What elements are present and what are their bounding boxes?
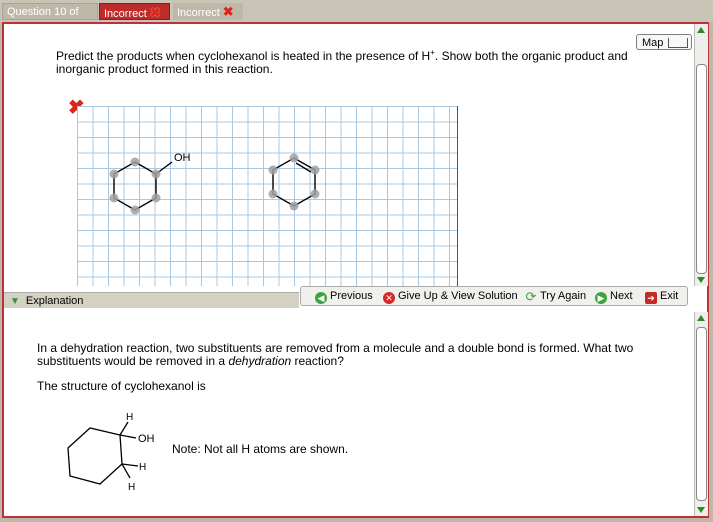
tab-attempt-2[interactable]: Incorrect ✖	[173, 3, 243, 20]
explanation-paragraph: In a dehydration reaction, two substitue…	[37, 342, 667, 368]
cyclohexene-drawing	[272, 157, 316, 207]
scroll-up-icon[interactable]	[697, 27, 705, 33]
triangle-down-icon: ▼	[10, 296, 20, 307]
previous-label: Previous	[330, 290, 373, 302]
incorrect-x-icon: ✖	[149, 5, 161, 20]
atom-handles	[109, 157, 161, 215]
next-label: Next	[610, 290, 633, 302]
map-tree-icon	[668, 38, 688, 48]
next-button[interactable]: ▶ Next	[595, 287, 633, 305]
explanation-toggle-label: Explanation	[25, 295, 84, 307]
oh-label: OH	[138, 433, 155, 445]
scroll-down-icon[interactable]	[697, 277, 705, 283]
question-frame: Predict the products when cyclohexanol i…	[2, 22, 709, 518]
nav-bar: ◀ Previous ✕ Give Up & View Solution ⟳ Try …	[300, 286, 688, 306]
ring	[67, 427, 123, 485]
try-again-label: Try Again	[540, 290, 587, 302]
oh-label: OH	[174, 152, 191, 164]
cyclohexanol-structure: H OH H H	[67, 412, 155, 493]
explanation-toggle[interactable]: ▼ Explanation	[4, 292, 299, 308]
atom-handles	[268, 153, 320, 211]
exit-icon: ➜	[645, 292, 657, 304]
question-text: Predict the products when cyclohexanol i…	[56, 46, 646, 76]
question-scrollbar[interactable]	[694, 24, 708, 286]
structure-intro: The structure of cyclohexanol is	[37, 379, 206, 393]
explanation-scrollbar[interactable]	[694, 312, 708, 516]
exit-button[interactable]: ➜ Exit	[645, 287, 678, 305]
map-button-label: Map	[642, 37, 664, 49]
note-text: Note: Not all H atoms are shown.	[172, 442, 349, 456]
question-text-part: Predict the products when cyclohexanol i…	[56, 49, 431, 63]
map-button[interactable]: Map	[636, 34, 692, 50]
cyclohexanol-drawing	[113, 161, 173, 211]
question-counter: Question 10 of 18	[2, 3, 98, 35]
exit-label: Exit	[660, 290, 679, 302]
scroll-thumb[interactable]	[696, 64, 707, 274]
try-again-button[interactable]: ⟳ Try Again	[525, 287, 587, 305]
give-up-label: Give Up & View Solution	[398, 290, 518, 302]
incorrect-x-icon: ✖	[222, 4, 234, 19]
arrow-right-icon: ▶	[595, 292, 607, 304]
scroll-down-icon[interactable]	[697, 507, 705, 513]
give-up-x-icon: ✕	[383, 292, 395, 304]
h-mid-label: H	[139, 462, 146, 473]
tab-attempt-1-label: Incorrect	[104, 8, 147, 20]
scroll-up-icon[interactable]	[697, 315, 705, 321]
top-bar: Question 10 of 18 Incorrect✖ Incorrect✖	[0, 0, 713, 35]
give-up-button[interactable]: ✕ Give Up & View Solution	[383, 287, 518, 305]
h-top-label: H	[126, 412, 133, 423]
refresh-icon: ⟳	[525, 289, 537, 304]
h-bottom-label: H	[128, 482, 135, 493]
tab-attempt-2-label: Incorrect	[177, 7, 220, 19]
scroll-thumb[interactable]	[696, 327, 707, 501]
drawn-molecules: OH	[109, 152, 320, 215]
explanation-text-part: reaction?	[291, 354, 344, 368]
tab-attempt-1[interactable]: Incorrect ✖	[99, 3, 170, 20]
explanation-emphasis: dehydration	[228, 354, 292, 368]
explanation-pane: In a dehydration reaction, two substitue…	[4, 312, 694, 516]
question-pane: Predict the products when cyclohexanol i…	[4, 24, 694, 286]
previous-button[interactable]: ◀ Previous	[315, 287, 373, 305]
arrow-left-icon: ◀	[315, 292, 327, 304]
